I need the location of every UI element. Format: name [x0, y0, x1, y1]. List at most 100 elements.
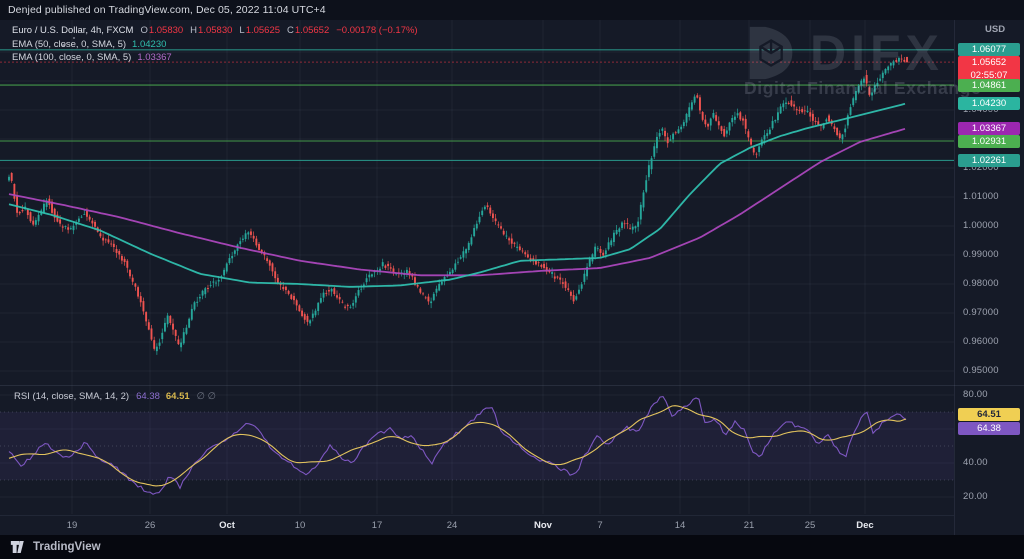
candle-body — [19, 212, 21, 213]
candle-body — [355, 296, 357, 302]
rsi-ma-value: 64.51 — [166, 391, 190, 402]
rsi-axis-tick: 80.00 — [963, 389, 988, 400]
time-axis-tick-dec[interactable]: Dec — [843, 520, 887, 531]
candle-body — [747, 131, 749, 137]
candle-body — [648, 165, 650, 177]
candle-body — [344, 307, 346, 308]
time-axis-tick-21[interactable]: 21 — [727, 520, 771, 531]
candle-body — [460, 257, 462, 259]
candle-body — [522, 251, 524, 252]
candle-body — [368, 275, 370, 278]
candle-body — [255, 239, 257, 246]
price-axis-scale[interactable]: USD 1.040001.020001.010001.000000.990000… — [954, 20, 1024, 535]
time-axis-tick-nov[interactable]: Nov — [521, 520, 565, 531]
candle-body — [454, 263, 456, 269]
candle-body — [81, 217, 83, 218]
footer-brand[interactable]: TradingView — [33, 541, 101, 553]
chart-canvas[interactable] — [0, 0, 1024, 559]
time-axis-tick-24[interactable]: 24 — [430, 520, 474, 531]
candle-body — [503, 231, 505, 235]
candle-body — [145, 312, 147, 321]
candle-body — [301, 311, 303, 316]
candle-body — [721, 126, 723, 131]
ema100-label[interactable]: EMA (100, close, 0, SMA, 5) — [12, 52, 131, 63]
candle-body — [341, 302, 343, 303]
candle-body — [731, 118, 733, 122]
candle-body — [479, 217, 481, 223]
candle-body — [726, 130, 728, 133]
price-axis-label-ema50: 1.04230 — [958, 97, 1020, 110]
candle-body — [290, 295, 292, 299]
candle-body — [438, 284, 440, 291]
candle-body — [863, 79, 865, 83]
candle-body — [519, 246, 521, 250]
ohlc-key: L — [239, 25, 244, 36]
candle-body — [382, 262, 384, 266]
candle-body — [151, 328, 153, 339]
price-axis-label-level: 1.06077 — [958, 43, 1020, 56]
rsi-legend: RSI (14, close, SMA, 14, 2) 64.38 64.51 … — [14, 391, 216, 402]
price-axis-tick: 0.95000 — [963, 365, 999, 376]
candle-body — [643, 192, 645, 207]
candle-body — [272, 263, 274, 271]
ema50-label[interactable]: EMA (50, close, 0, SMA, 5) — [12, 39, 126, 50]
candle-body — [874, 85, 876, 92]
candle-body — [121, 256, 123, 261]
time-axis-tick-26[interactable]: 26 — [128, 520, 172, 531]
candle-body — [597, 248, 599, 249]
candle-body — [247, 232, 249, 234]
candle-body — [223, 270, 225, 276]
candle-body — [65, 226, 67, 227]
time-axis-tick-oct[interactable]: Oct — [205, 520, 249, 531]
candle-body — [312, 314, 314, 318]
candle-body — [118, 251, 120, 254]
candle-body — [331, 289, 333, 291]
ohlc-value: 1.05625 — [246, 25, 280, 36]
ohlc-value: 1.05652 — [295, 25, 329, 36]
candle-body — [8, 177, 10, 181]
ema100-line — [9, 129, 905, 275]
time-axis-tick-10[interactable]: 10 — [278, 520, 322, 531]
candle-body — [306, 316, 308, 322]
ohlc-key: O — [140, 25, 147, 36]
candle-body — [659, 133, 661, 136]
symbol-title[interactable]: Euro / U.S. Dollar, 4h, FXCM — [12, 25, 133, 36]
candle-body — [594, 247, 596, 257]
candle-body — [858, 86, 860, 93]
candle-body — [809, 112, 811, 116]
tradingview-logo-icon[interactable] — [10, 540, 27, 554]
candle-body — [882, 73, 884, 78]
candle-body — [616, 230, 618, 234]
time-axis-tick-25[interactable]: 25 — [788, 520, 832, 531]
candle-body — [387, 264, 389, 266]
candle-body — [419, 289, 421, 293]
time-axis-tick-19[interactable]: 19 — [50, 520, 94, 531]
time-axis-tick-17[interactable]: 17 — [355, 520, 399, 531]
candle-body — [605, 250, 607, 254]
footer-bar: TradingView — [0, 535, 1024, 559]
candle-body — [449, 272, 451, 275]
candle-body — [250, 231, 252, 234]
candle-body — [293, 296, 295, 300]
candle-body — [126, 261, 128, 268]
rsi-label[interactable]: RSI (14, close, SMA, 14, 2) — [14, 391, 129, 402]
candle-body — [484, 207, 486, 209]
candle-body — [185, 328, 187, 334]
candle-body — [855, 91, 857, 100]
candle-body — [134, 284, 136, 287]
time-axis-scale[interactable]: 19 26 Oct 10 17 24 Nov 7 14 21 25 Dec — [0, 515, 954, 535]
candle-body — [352, 303, 354, 306]
time-axis-tick-14[interactable]: 14 — [658, 520, 702, 531]
candle-body — [583, 274, 585, 282]
candle-body — [505, 236, 507, 237]
candle-body — [804, 110, 806, 111]
rsi-axis-tick: 20.00 — [963, 491, 988, 502]
ohlc-key: C — [287, 25, 294, 36]
time-axis-tick-7[interactable]: 7 — [578, 520, 622, 531]
candle-body — [67, 227, 69, 230]
candle-body — [489, 208, 491, 214]
candle-body — [83, 214, 85, 215]
candle-body — [202, 291, 204, 296]
candle-body — [110, 244, 112, 245]
candle-body — [516, 247, 518, 248]
